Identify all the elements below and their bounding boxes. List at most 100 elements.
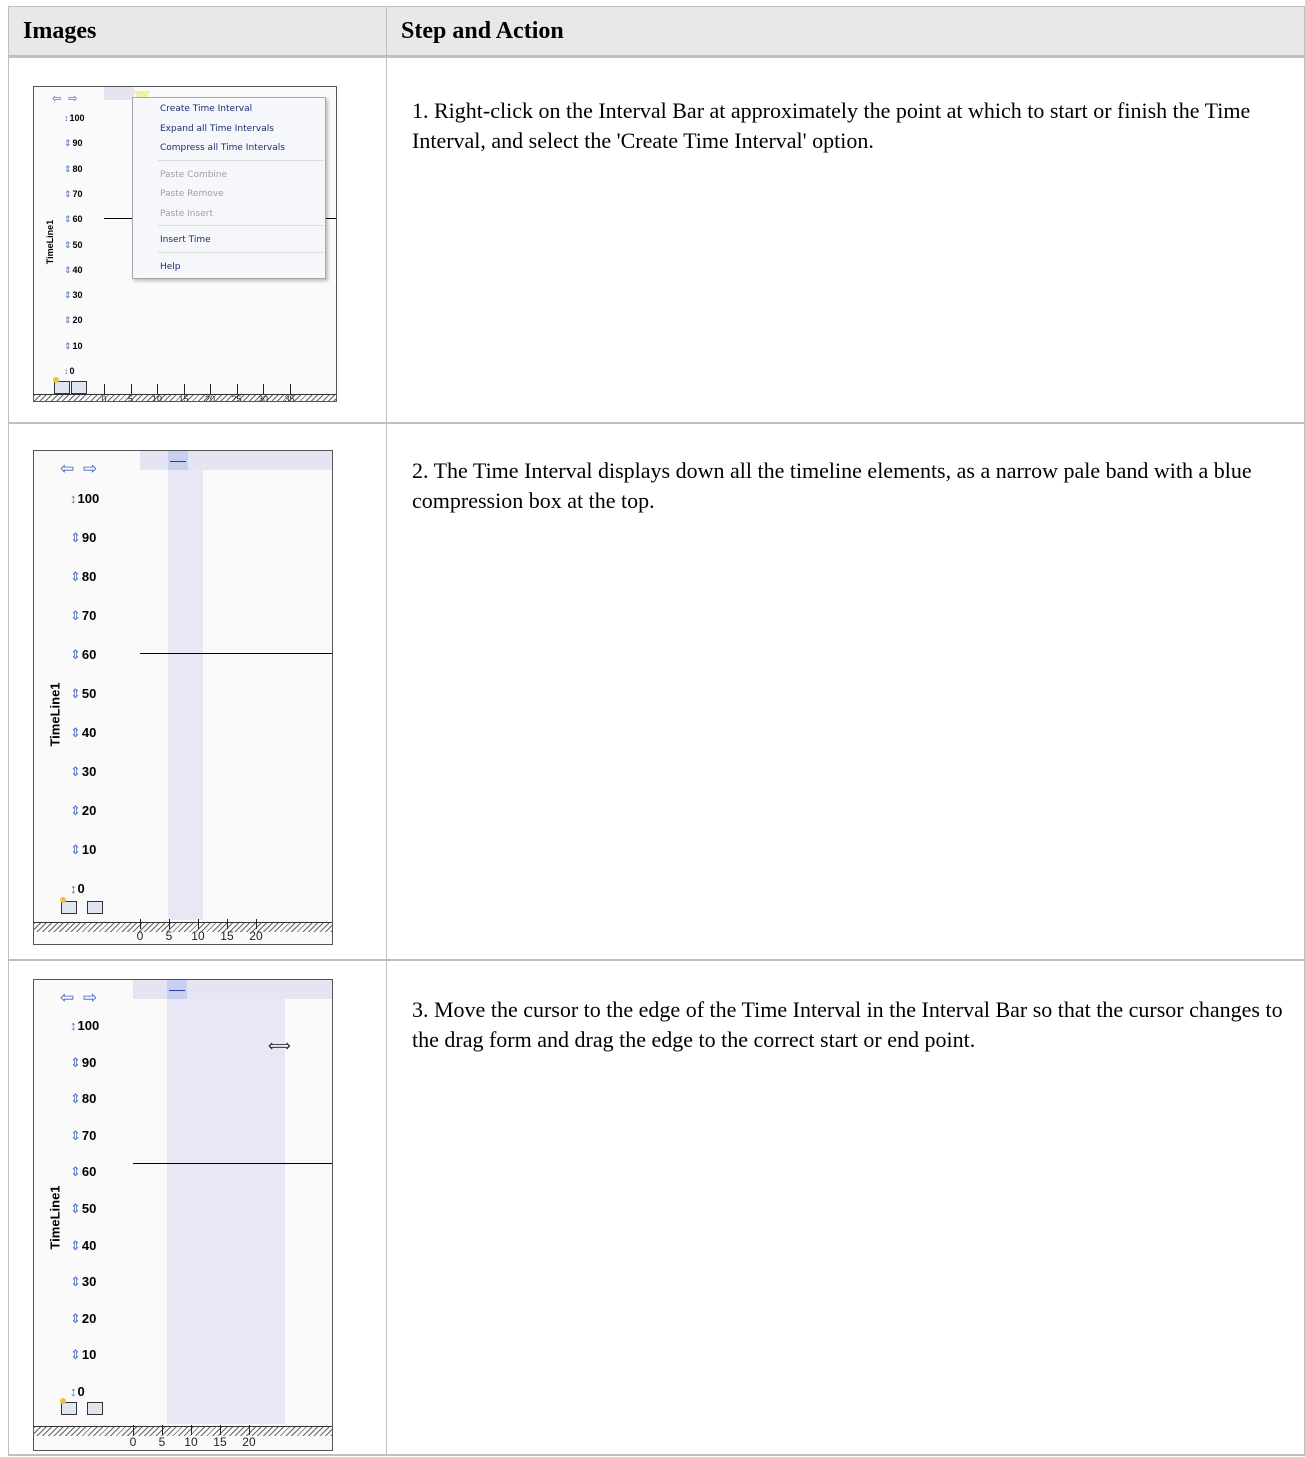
value-tick-label[interactable]: ⇕60 [64,214,83,225]
timeline-state-line [140,653,332,654]
value-tick-text: 20 [81,803,97,818]
value-tick-label[interactable]: ⇕90 [70,530,96,546]
axis-tick-label: 5 [158,1435,166,1449]
value-tick-label[interactable]: ⇕80 [70,1091,96,1107]
axis-tick-label: 15 [178,394,189,402]
context-menu-item[interactable]: Insert Time [160,235,211,245]
value-tick-label[interactable]: ⇕90 [64,138,83,149]
value-tick-label[interactable]: ⇕40 [64,265,83,276]
value-tick-text: 80 [81,1091,97,1107]
move-arrows-icon: ⇕ [70,1310,81,1326]
add-state-icon[interactable] [60,1398,77,1415]
context-menu-item[interactable]: Compress all Time Intervals [160,143,285,153]
nav-arrows-icon[interactable]: ⇦ ⇨ [60,988,99,1008]
context-menu-item[interactable]: Paste Remove [160,189,224,199]
value-tick-label[interactable]: ⇕70 [70,1128,96,1144]
move-arrows-icon: ⇕ [64,290,72,301]
compression-box[interactable] [168,451,188,470]
value-tick-label[interactable]: ⇕30 [64,290,83,301]
table-row: ⇦ ⇨ TimeLine1 ⟺ ↕100 ⇕90 ⇕80 ⇕70 ⇕60 ⇕50 ⇕40 ⇕3… [8,960,1305,1456]
move-arrows-icon: ⇕ [64,163,72,174]
value-tick-label[interactable]: ↕0 [70,881,85,896]
value-tick-text: 90 [81,1054,97,1070]
value-tick-label[interactable]: ⇕90 [70,1055,96,1071]
value-tick-text: 10 [72,340,83,351]
compression-box[interactable] [167,980,187,999]
value-tick-label[interactable]: ⇕70 [64,189,83,200]
value-tick-label[interactable]: ⇕50 [70,686,96,702]
value-tick-label[interactable]: ⇕10 [70,1347,96,1363]
value-tick-text: 90 [72,138,83,149]
value-tick-label[interactable]: ↕100 [70,491,99,506]
axis-tick [236,384,238,394]
value-tick-label[interactable]: ⇕80 [64,164,83,175]
context-menu-item[interactable]: Expand all Time Intervals [160,124,274,134]
edit-state-icon[interactable] [87,901,103,914]
nav-arrows-icon[interactable]: ⇦ ⇨ [52,92,80,105]
value-tick-text: 80 [81,569,97,584]
move-arrows-icon: ⇕ [70,1274,81,1290]
move-arrows-icon: ⇕ [64,188,72,199]
axis-tick [162,1425,163,1435]
axis-tick [183,384,185,394]
axis-tick [130,384,132,394]
move-arrows-icon: ⇕ [64,264,72,275]
value-tick-label[interactable]: ⇕20 [70,1311,96,1327]
value-tick-label[interactable]: ⇕10 [70,842,96,858]
context-menu-item[interactable]: Paste Combine [160,170,227,180]
value-tick-label[interactable]: ⇕30 [70,1274,96,1290]
axis-tick-label: 25 [231,394,242,402]
add-state-icon[interactable] [53,377,70,394]
value-tick-text: 50 [72,239,83,250]
value-tick-label[interactable]: ⇕40 [70,1238,96,1254]
edit-state-icon[interactable] [87,1402,103,1415]
value-tick-label[interactable]: ⇕10 [64,341,83,352]
nav-arrows-icon[interactable]: ⇦ ⇨ [60,459,99,479]
axis-tick-label: 20 [242,1435,256,1449]
axis-tick-label: 0 [136,929,144,943]
step-cell: 2. The Time Interval displays down all t… [386,423,1305,961]
context-menu-item[interactable]: Create Time Interval [160,104,252,114]
context-menu-item[interactable]: Help [160,262,181,272]
value-tick-text: 0 [77,881,85,896]
value-tick-label[interactable]: ⇕30 [70,764,96,780]
value-tick-label[interactable]: ⇕20 [64,315,83,326]
add-state-icon[interactable] [60,897,77,914]
table-row: ⇦ ⇨ TimeLine1 ↕100 ⇕90 ⇕80 ⇕70 ⇕60 ⇕50 ⇕40 ⇕30 ⇕… [8,423,1305,961]
move-arrows-icon: ↕ [70,491,77,506]
move-arrows-icon: ⇕ [64,214,72,225]
value-tick-label[interactable]: ⇕50 [64,240,83,251]
move-arrows-icon: ⇕ [64,138,72,149]
axis-tick-label: 10 [151,394,162,402]
value-tick-label[interactable]: ⇕40 [70,725,96,741]
value-tick-label[interactable]: ⇕50 [70,1201,96,1217]
value-tick-text: 50 [81,686,97,701]
step-cell: 1. Right-click on the Interval Bar at ap… [386,56,1305,424]
value-tick-label[interactable]: ⇕60 [70,647,96,663]
value-tick-label[interactable]: ⇕20 [70,803,96,819]
value-tick-text: 30 [81,1274,97,1290]
axis-tick-label: 10 [191,929,205,943]
value-tick-text: 50 [81,1201,97,1216]
value-tick-label[interactable]: ↕100 [70,1018,99,1033]
axis-tick [249,1425,250,1435]
value-tick-label[interactable]: ⇕60 [70,1164,96,1180]
axis-tick [140,919,141,929]
value-tick-label[interactable]: ↕0 [64,366,75,376]
value-tick-label[interactable]: ⇕70 [70,608,96,624]
value-tick-text: 40 [72,264,83,275]
interval-bar[interactable] [133,980,332,999]
value-tick-label[interactable]: ↕100 [64,113,85,123]
value-tick-label[interactable]: ⇕80 [70,569,96,585]
axis-tick-label: 5 [127,394,133,402]
interval-bar-highlight [104,87,134,100]
axis-tick [220,1425,221,1435]
axis-tick-label: 20 [249,929,263,943]
timeline-title: TimeLine1 [47,1185,63,1250]
move-arrows-icon: ⇕ [70,530,81,545]
value-tick-text: 90 [81,530,97,545]
value-tick-label[interactable]: ↕0 [70,1384,85,1399]
axis-tick-label: 30 [257,394,268,402]
edit-state-icon[interactable] [71,381,87,394]
context-menu-item[interactable]: Paste Insert [160,209,213,219]
